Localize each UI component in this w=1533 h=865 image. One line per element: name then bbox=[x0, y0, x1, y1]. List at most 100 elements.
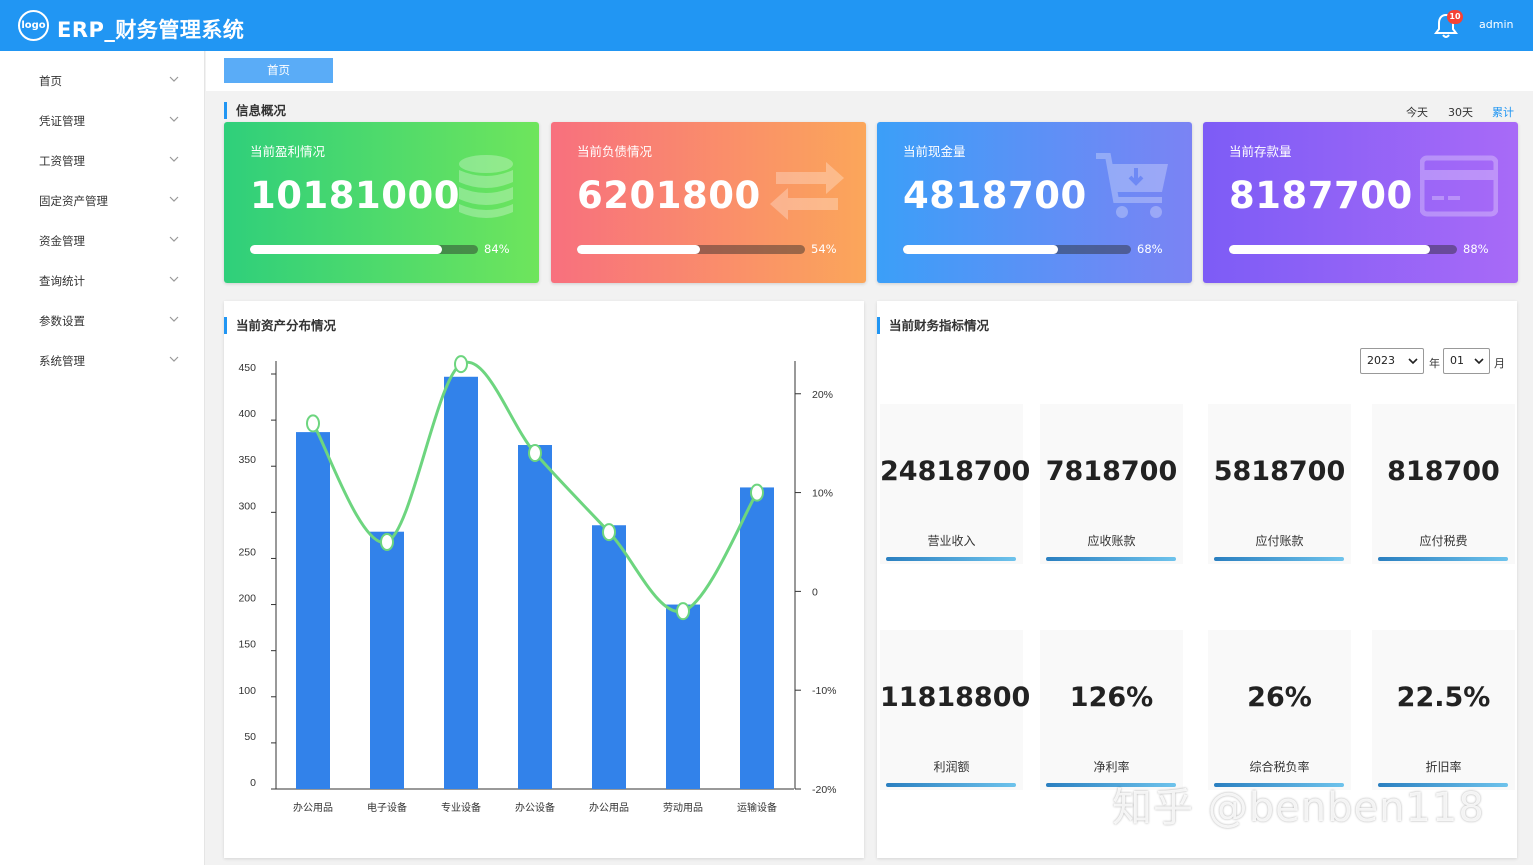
progress-fill bbox=[903, 245, 1059, 254]
sidebar-item-statistics[interactable]: 查询统计 bbox=[0, 260, 205, 300]
asset-distribution-panel: 当前资产分布情况 0 50 100 150 200 250 300 350 400 450 -20%… bbox=[224, 301, 864, 858]
progress-percent: 54% bbox=[811, 242, 837, 256]
sidebar-item-fixed-assets[interactable]: 固定资产管理 bbox=[0, 180, 205, 220]
y-left-tick-label: 100 bbox=[238, 685, 256, 697]
chart-line-point bbox=[602, 523, 616, 542]
chevron-down-icon bbox=[169, 276, 179, 282]
tile-label: 应收账款 bbox=[1087, 534, 1136, 548]
card-title: 当前现金量 bbox=[903, 144, 966, 159]
sidebar-item-funds[interactable]: 资金管理 bbox=[0, 220, 205, 260]
y-left-tick-label: 200 bbox=[238, 593, 256, 605]
exchange-arrows-icon bbox=[770, 162, 844, 220]
metric-tile-tax-payable[interactable]: 818700 应付税费 bbox=[1372, 404, 1515, 564]
progress-bar bbox=[1229, 245, 1457, 254]
tile-value: 24818700 bbox=[880, 456, 1031, 487]
y-right-tick-label: 10% bbox=[812, 488, 833, 500]
chevron-down-icon bbox=[169, 196, 179, 202]
card-value: 8187700 bbox=[1229, 174, 1413, 217]
app-logo[interactable]: logo bbox=[18, 10, 49, 41]
y-left-tick-label: 400 bbox=[238, 408, 256, 420]
shopping-cart-icon bbox=[1096, 153, 1168, 218]
deposit-card[interactable]: 当前存款量 8187700 88% bbox=[1203, 122, 1518, 283]
y-left-tick-label: 250 bbox=[238, 546, 256, 558]
sidebar-item-label: 查询统计 bbox=[39, 274, 85, 288]
year-select[interactable]: 2023 bbox=[1360, 348, 1424, 374]
sidebar-item-salary[interactable]: 工资管理 bbox=[0, 140, 205, 180]
sidebar-item-label: 参数设置 bbox=[39, 314, 85, 328]
progress-percent: 84% bbox=[484, 242, 510, 256]
x-tick-label: 办公用品 bbox=[293, 801, 333, 814]
finance-panel-title: 当前财务指标情况 bbox=[877, 317, 989, 334]
sidebar-item-label: 系统管理 bbox=[39, 354, 85, 368]
tile-value: 11818800 bbox=[880, 682, 1031, 713]
card-title: 当前盈利情况 bbox=[250, 144, 326, 159]
tab-home[interactable]: 首页 bbox=[224, 58, 333, 83]
database-icon bbox=[459, 155, 513, 218]
y-right-tick-label: -20% bbox=[812, 784, 837, 796]
sidebar-item-parameters[interactable]: 参数设置 bbox=[0, 300, 205, 340]
tile-label: 净利率 bbox=[1093, 760, 1130, 774]
metric-tile-profit[interactable]: 11818800 利润额 bbox=[880, 630, 1031, 790]
overview-title: 信息概况 bbox=[224, 102, 286, 119]
cash-card[interactable]: 当前现金量 4818700 68% bbox=[877, 122, 1192, 283]
tile-value: 5818700 bbox=[1213, 456, 1346, 487]
chart-bar bbox=[296, 432, 330, 789]
y-right-tick-label: -10% bbox=[812, 685, 837, 697]
range-today[interactable]: 今天 bbox=[1406, 104, 1428, 120]
range-cumulative[interactable]: 累计 bbox=[1492, 104, 1514, 120]
sidebar-item-label: 固定资产管理 bbox=[39, 194, 108, 208]
app-title: ERP_财务管理系统 bbox=[57, 18, 245, 42]
y-right-tick-label: 0 bbox=[812, 586, 818, 598]
chevron-down-icon bbox=[169, 356, 179, 362]
tile-value: 7818700 bbox=[1045, 456, 1178, 487]
chart-line-point bbox=[676, 602, 690, 621]
top-header: logo ERP_财务管理系统 10 admin bbox=[0, 0, 1533, 51]
sidebar: 首页 凭证管理 工资管理 固定资产管理 资金管理 查询统计 参数设置 系统管理 bbox=[0, 51, 205, 865]
x-tick-label: 劳动用品 bbox=[663, 801, 703, 814]
tab-bar: 首页 bbox=[206, 51, 1533, 91]
card-value: 10181000 bbox=[250, 174, 460, 217]
tile-value: 126% bbox=[1069, 682, 1154, 713]
x-tick-label: 办公用品 bbox=[589, 801, 629, 814]
chevron-down-icon bbox=[169, 236, 179, 242]
metric-tile-tax-burden[interactable]: 26% 综合税负率 bbox=[1208, 630, 1351, 790]
x-tick-label: 办公设备 bbox=[515, 801, 555, 814]
range-30-days[interactable]: 30天 bbox=[1448, 104, 1473, 120]
chart-bar bbox=[666, 604, 700, 789]
liability-card[interactable]: 当前负债情况 6201800 54% bbox=[551, 122, 866, 283]
month-select-value: 01 bbox=[1450, 354, 1464, 367]
card-value: 4818700 bbox=[903, 174, 1087, 217]
year-select-value: 2023 bbox=[1367, 354, 1395, 367]
progress-percent: 68% bbox=[1137, 242, 1163, 256]
chart-line-point bbox=[306, 414, 320, 433]
chevron-down-icon bbox=[169, 76, 179, 82]
sidebar-item-voucher[interactable]: 凭证管理 bbox=[0, 100, 205, 140]
sidebar-item-label: 首页 bbox=[39, 74, 62, 88]
progress-bar bbox=[250, 245, 478, 254]
x-tick-label: 电子设备 bbox=[367, 801, 407, 814]
profit-card[interactable]: 当前盈利情况 10181000 84% bbox=[224, 122, 539, 283]
metric-tile-payable[interactable]: 5818700 应付账款 bbox=[1208, 404, 1351, 564]
y-left-tick-label: 300 bbox=[238, 500, 256, 512]
month-select[interactable]: 01 bbox=[1443, 348, 1490, 374]
tile-underline bbox=[886, 783, 1016, 787]
chart-bar bbox=[518, 445, 552, 789]
metric-tile-receivable[interactable]: 7818700 应收账款 bbox=[1040, 404, 1183, 564]
chart-bar bbox=[740, 487, 774, 789]
sidebar-item-home[interactable]: 首页 bbox=[0, 60, 205, 100]
user-name[interactable]: admin bbox=[1479, 18, 1513, 31]
sidebar-item-system[interactable]: 系统管理 bbox=[0, 340, 205, 380]
month-suffix: 月 bbox=[1494, 357, 1505, 370]
metric-tile-depreciation[interactable]: 22.5% 折旧率 bbox=[1372, 630, 1515, 790]
progress-bar bbox=[577, 245, 805, 254]
card-title: 当前存款量 bbox=[1229, 144, 1292, 159]
metric-tile-revenue[interactable]: 24818700 营业收入 bbox=[880, 404, 1031, 564]
notification-badge: 10 bbox=[1447, 10, 1463, 24]
tile-value: 818700 bbox=[1387, 456, 1500, 487]
chevron-down-icon bbox=[169, 316, 179, 322]
tile-underline bbox=[1214, 557, 1344, 561]
metric-tile-net-margin[interactable]: 126% 净利率 bbox=[1040, 630, 1183, 790]
y-left-tick-label: 450 bbox=[238, 362, 256, 374]
sidebar-item-label: 工资管理 bbox=[39, 154, 85, 168]
credit-card-icon bbox=[1420, 155, 1498, 217]
